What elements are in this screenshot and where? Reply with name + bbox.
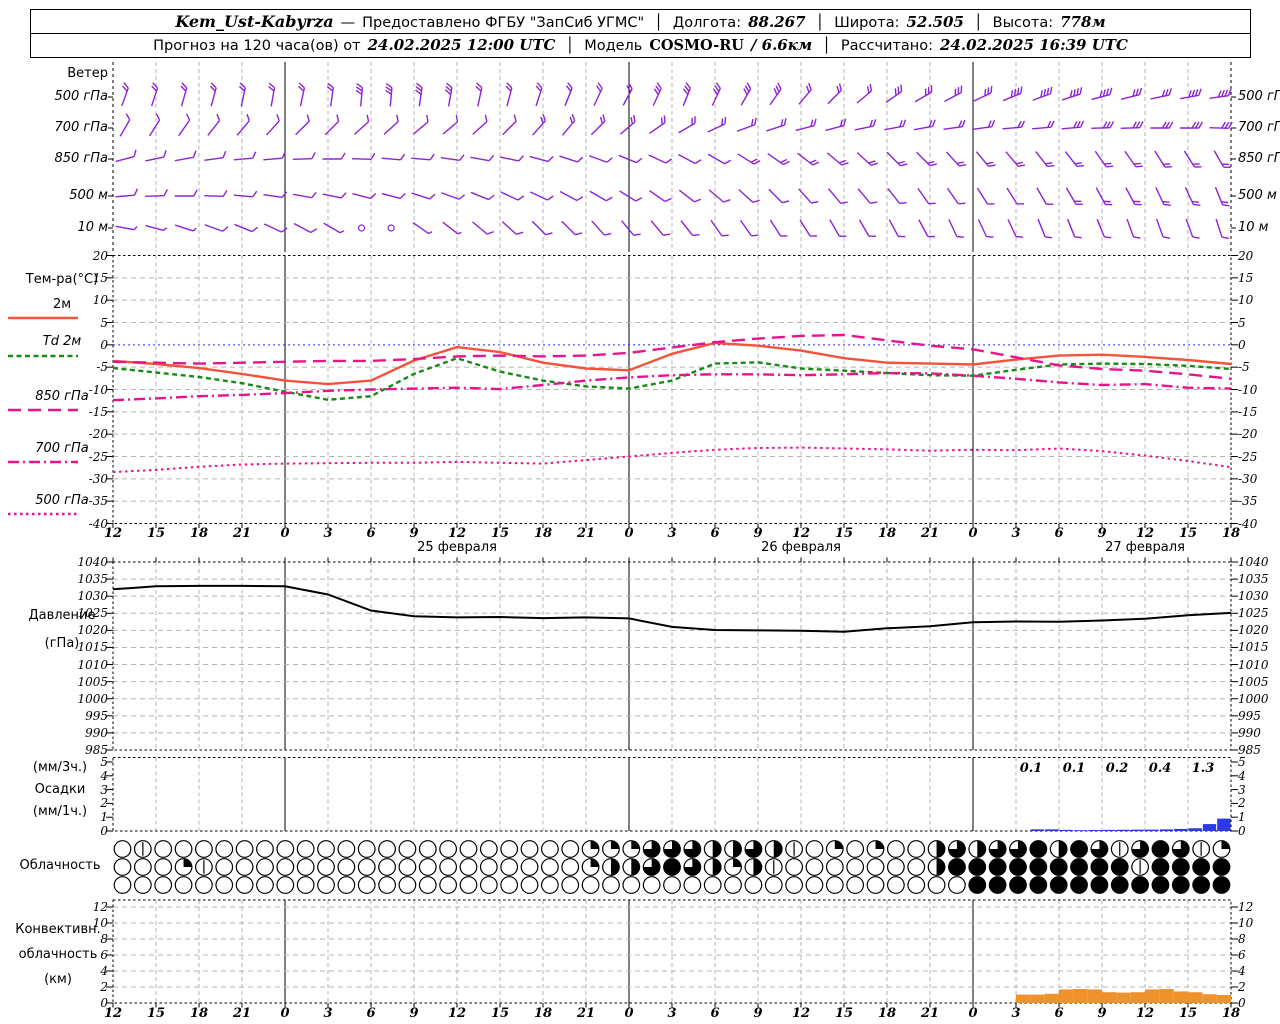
temperature-legend-samples <box>8 318 78 514</box>
model-name: COSMO-RU <box>649 34 744 57</box>
lat-label: Широта: <box>834 12 899 35</box>
header: Kem_Ust-Kabyrza — Предоставлено ФГБУ "За… <box>30 9 1251 58</box>
lat-value: 52.505 <box>906 11 963 34</box>
forecast-label: Прогноз на 120 часа(ов) от <box>153 35 361 58</box>
forecast-time: 24.02.2025 12:00 UTC <box>368 34 556 57</box>
lon-label: Долгота: <box>673 12 741 35</box>
separator: │ <box>651 12 666 35</box>
separator: │ <box>971 12 986 35</box>
station-name: Kem_Ust-Kabyrza <box>175 10 333 33</box>
separator: │ <box>819 35 834 58</box>
alt-label: Высота: <box>993 12 1053 35</box>
meteogram-plot <box>0 0 1280 1024</box>
meteogram-page: { "header": { "station": "Kem_Ust-Kabyrz… <box>0 0 1280 1024</box>
model-res: / 6.6км <box>751 34 812 57</box>
separator: │ <box>813 12 828 35</box>
calc-time: 24.02.2025 16:39 UTC <box>940 34 1128 57</box>
header-dash: — <box>341 12 356 35</box>
cloudiness-rows <box>114 841 1230 894</box>
wind-barbs-layer <box>116 83 1233 239</box>
precip-bars <box>1031 819 1231 831</box>
lon-value: 88.267 <box>748 11 805 34</box>
convective-bars <box>1016 989 1231 1003</box>
calc-label: Рассчитано: <box>841 35 933 58</box>
header-row-1: Kem_Ust-Kabyrza — Предоставлено ФГБУ "За… <box>31 10 1250 33</box>
separator: │ <box>562 35 577 58</box>
provider: Предоставлено ФГБУ "ЗапСиб УГМС" <box>362 12 644 35</box>
alt-value: 778м <box>1060 11 1106 34</box>
header-row-2: Прогноз на 120 часа(ов) от 24.02.2025 12… <box>31 33 1250 57</box>
model-label: Модель <box>584 35 642 58</box>
